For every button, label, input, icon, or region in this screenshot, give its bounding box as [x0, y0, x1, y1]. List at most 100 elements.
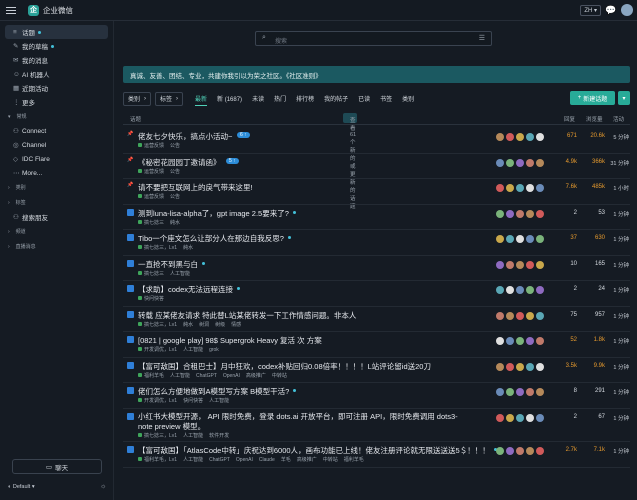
meta-tag[interactable]: 人工智能	[209, 398, 229, 404]
meta-tag[interactable]: 人工智能	[183, 347, 203, 353]
filter-icon[interactable]: ☰	[479, 34, 485, 42]
avatar[interactable]	[516, 413, 524, 422]
avatar[interactable]	[516, 235, 524, 243]
avatar[interactable]	[536, 337, 544, 345]
reply-count[interactable]: 8	[563, 388, 577, 394]
avatar[interactable]	[526, 337, 534, 345]
avatar[interactable]	[516, 158, 524, 167]
column-replies[interactable]: 回复	[564, 115, 575, 123]
tab-3[interactable]: 热门	[274, 91, 286, 106]
table-row[interactable]: 佬们怎么方便地做到A模型写方案 B模型干活? 开发调优，Lv1 快问快答 人工智能 8 2…	[123, 383, 630, 409]
sidebar-item[interactable]: ✉ 我的消息	[5, 53, 108, 67]
meta-tag[interactable]: ChatGPT	[196, 373, 217, 379]
activity-time[interactable]: 31 分钟	[609, 159, 629, 167]
meta-tag[interactable]: 人工智能	[170, 271, 190, 277]
meta-tag[interactable]: OpenAI	[223, 373, 240, 379]
topic-title[interactable]: 转载 应某佬友请求 特此替L站某佬转发一下工作情感问题。非本人	[138, 310, 356, 321]
avatar[interactable]	[496, 158, 504, 167]
tab-0[interactable]: 最新	[195, 91, 208, 106]
topic-title[interactable]: Tibo一个座文怎么让部分人在那边自我反思?	[138, 233, 284, 244]
topic-title[interactable]: 小红书大模型开源， API 限时免费，登录 dots.ai 开放平台，即可注册 …	[138, 412, 468, 432]
avatar[interactable]	[506, 158, 514, 167]
table-row[interactable]: [0821 | google play] 98$ Supergrok Heavy…	[123, 332, 630, 358]
meta-tag[interactable]: 搞七捻三，Lv1	[138, 245, 177, 251]
avatar[interactable]	[496, 311, 504, 320]
topic-title[interactable]: 《秘密花园园丁邀请函》	[138, 157, 221, 168]
search-input[interactable]: ⌕ 搜索 ☰	[255, 31, 492, 46]
meta-tag[interactable]: 羊毛	[281, 457, 291, 463]
activity-time[interactable]: 1 分钟	[609, 312, 629, 320]
tab-2[interactable]: 未读	[252, 91, 264, 106]
activity-time[interactable]: 1 分钟	[609, 261, 629, 269]
topic-title[interactable]: 请不要把互联网上的戾气带来这里!	[138, 182, 253, 193]
avatar[interactable]	[526, 413, 534, 422]
reply-count[interactable]: 7.6k	[563, 184, 577, 190]
avatar[interactable]	[526, 286, 534, 294]
topic-title[interactable]: 【求助】codex无法远程连接	[138, 284, 233, 295]
column-activity[interactable]: 活动	[613, 115, 624, 123]
sidebar-item-search-friends[interactable]: ⚇ 搜索朋友	[5, 210, 108, 224]
table-row[interactable]: 转载 应某佬友请求 特此替L站某佬转发一下工作情感问题。非本人 搞七捻三，Lv1 純…	[123, 307, 630, 332]
table-row[interactable]: 📌 《秘密花园园丁邀请函》 5 ↑ 运营反馈 公告 4.9k 366k 31 分钟	[123, 154, 630, 179]
table-row[interactable]: 一直抢不到黑与白 搞七捻三 人工智能 10 165 1 分钟	[123, 256, 630, 281]
avatar[interactable]	[506, 235, 514, 243]
avatar[interactable]	[506, 286, 514, 294]
section-direct-messages[interactable]: › 直播消息	[0, 239, 113, 254]
avatar[interactable]	[496, 235, 504, 243]
meta-tag[interactable]: 情感	[231, 322, 241, 328]
tab-6[interactable]: 已读	[358, 91, 370, 106]
meta-tag[interactable]: 运营反馈	[138, 169, 164, 175]
reply-count[interactable]: 4.9k	[563, 159, 577, 165]
activity-time[interactable]: 1 小时	[609, 184, 629, 192]
meta-tag[interactable]: ChatGPT	[209, 457, 230, 463]
reply-count[interactable]: 10	[563, 261, 577, 267]
meta-tag[interactable]: 软件开发	[209, 433, 229, 439]
meta-tag[interactable]: 公告	[170, 169, 180, 175]
chevron-down-icon[interactable]: ▾	[618, 91, 630, 105]
avatar[interactable]	[506, 260, 514, 269]
sidebar-item[interactable]: ▦ 近期活动	[5, 81, 108, 95]
avatar[interactable]	[506, 209, 514, 218]
section-general[interactable]: ▾ 常规	[0, 109, 113, 124]
meta-tag[interactable]: 福利羊毛	[344, 457, 364, 463]
meta-tag[interactable]: 树级	[215, 322, 225, 328]
menu-icon[interactable]	[6, 6, 16, 14]
reply-count[interactable]: 2	[563, 210, 577, 216]
avatar[interactable]	[496, 133, 504, 141]
table-row[interactable]: 【富可敌国】合租巴士】月中狂欢，codex补贴回归0.08倍率！！！！L站评论留…	[123, 358, 630, 383]
activity-time[interactable]: 1 分钟	[609, 363, 629, 371]
meta-tag[interactable]: 快问快答	[138, 296, 164, 302]
avatar[interactable]	[526, 260, 534, 269]
avatar[interactable]	[516, 286, 524, 294]
reply-count[interactable]: 37	[563, 235, 577, 241]
avatar[interactable]	[536, 260, 544, 269]
section-categories[interactable]: › 类别	[0, 180, 113, 195]
meta-tag[interactable]: 公告	[170, 194, 180, 200]
avatar[interactable]	[526, 133, 534, 141]
avatar[interactable]	[496, 260, 504, 269]
avatar[interactable]	[506, 362, 514, 371]
meta-tag[interactable]: 純水	[170, 220, 180, 226]
avatar[interactable]	[536, 388, 544, 396]
activity-time[interactable]: 1 分钟	[609, 447, 629, 455]
avatar[interactable]	[496, 362, 504, 371]
avatar[interactable]	[506, 447, 514, 455]
meta-tag[interactable]: 快问快答	[183, 398, 203, 404]
meta-tag[interactable]: 福利羊毛，Lv1	[138, 457, 177, 463]
avatar[interactable]	[516, 209, 524, 218]
meta-tag[interactable]: 人工智能	[183, 457, 203, 463]
table-row[interactable]: 小红书大模型开源， API 限时免费，登录 dots.ai 开放平台，即可注册 …	[123, 409, 630, 442]
activity-time[interactable]: 1 分钟	[609, 414, 629, 422]
meta-tag[interactable]: 运营反馈	[138, 143, 164, 149]
category-dropdown[interactable]: 类别 ›	[123, 91, 152, 106]
meta-tag[interactable]: 开发调优，Lv1	[138, 347, 177, 353]
table-row[interactable]: 📌 佬友七夕快乐，搞点小活动~ 6 ↑ 运营反馈 公告 671 20.6k 5 分钟	[123, 128, 630, 154]
avatar[interactable]	[496, 447, 504, 455]
avatar[interactable]	[536, 286, 544, 294]
reply-count[interactable]: 52	[563, 337, 577, 343]
table-row[interactable]: 【求助】codex无法远程连接 快问快答 2 24 1 分钟	[123, 281, 630, 307]
meta-tag[interactable]: 純水	[183, 245, 193, 251]
user-avatar[interactable]	[621, 4, 633, 16]
sidebar-item-channel[interactable]: ⋯ More...	[5, 166, 108, 180]
avatar[interactable]	[516, 260, 524, 269]
